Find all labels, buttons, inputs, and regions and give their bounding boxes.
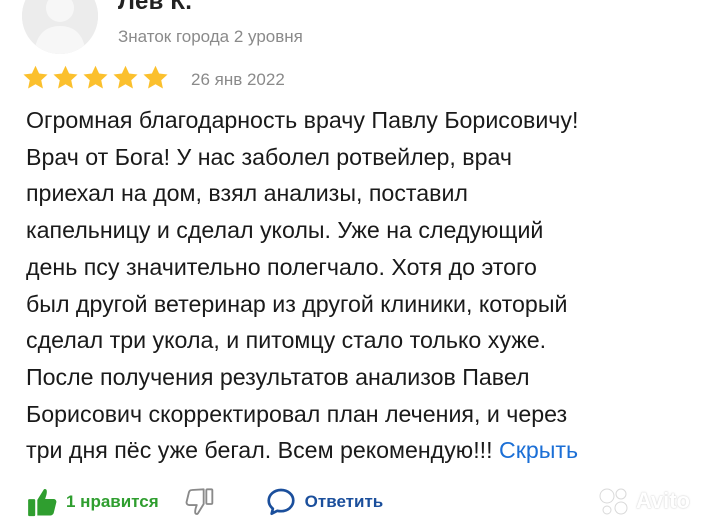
- review-actions: 1 нравится Ответить: [26, 482, 383, 522]
- speech-bubble-icon: [267, 488, 295, 516]
- reply-button[interactable]: Ответить: [265, 486, 384, 518]
- review-line: Врач от Бога! У нас заболел ротвейлер, в…: [26, 143, 512, 170]
- review-line-last: три дня пёс уже бегал. Всем рекомендую!!…: [26, 432, 698, 469]
- dislike-button[interactable]: [183, 486, 215, 518]
- review-line: день псу значительно полегчало. Хотя до …: [26, 253, 537, 280]
- review-line: приехал на дом, взял анализы, поставил: [26, 180, 468, 207]
- thumbs-up-icon: [28, 488, 57, 517]
- review-line: Борисович скорректировал план лечения, и…: [26, 400, 568, 427]
- star-icon: [53, 65, 78, 89]
- review-text: Огромная благодарность врачу Павлу Борис…: [26, 102, 698, 469]
- review-date: 26 янв 2022: [191, 70, 285, 89]
- watermark-text: Avito: [635, 488, 690, 513]
- hide-link[interactable]: Скрыть: [499, 437, 578, 463]
- review-line: После получения результатов анализов Пав…: [26, 363, 530, 390]
- avito-logo-icon: [599, 488, 628, 515]
- review-line: Огромная благодарность врачу Павлу Борис…: [26, 107, 579, 133]
- review-line: сделал три укола, и питомцу стало только…: [26, 327, 547, 354]
- star-icon: [143, 65, 168, 89]
- review-line-text: три дня пёс уже бегал. Всем рекомендую!!…: [26, 437, 493, 464]
- star-icon: [23, 65, 48, 89]
- rating-stars: [22, 64, 169, 91]
- reply-label: Ответить: [304, 492, 384, 511]
- avito-watermark: Avito: [597, 486, 690, 516]
- star-icon: [83, 65, 108, 89]
- like-label: 1 нравится: [66, 492, 159, 511]
- like-button[interactable]: 1 нравится: [26, 485, 159, 519]
- avatar: [22, 0, 98, 54]
- user-silhouette-icon: [22, 0, 98, 54]
- star-icon: [113, 65, 138, 89]
- author-badge: Знаток города 2 уровня: [118, 27, 303, 46]
- review-line: был другой ветеринар из другой клиники, …: [26, 290, 568, 317]
- author-name[interactable]: Лев К.: [118, 0, 192, 16]
- thumbs-down-icon: [185, 488, 213, 515]
- review-line: капельницу и сделал уколы. Уже на следую…: [26, 217, 544, 244]
